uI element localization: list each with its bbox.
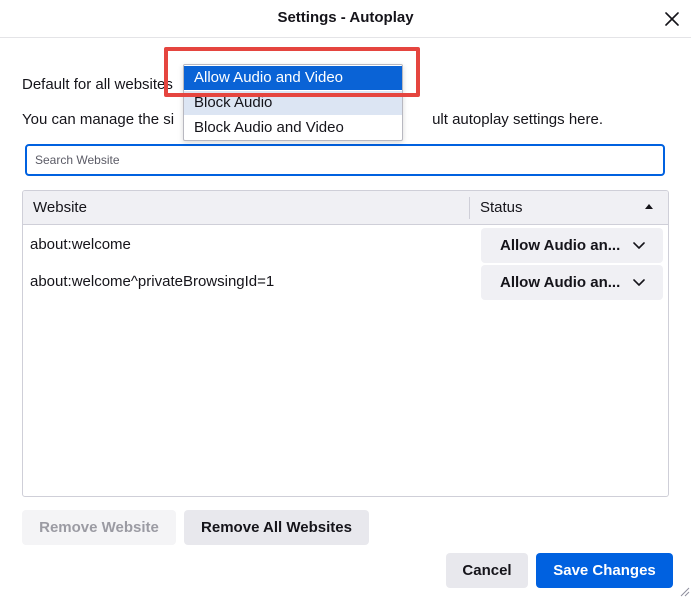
row-website: about:welcome [30,236,131,253]
chevron-down-icon [633,279,645,286]
cancel-button[interactable]: Cancel [446,553,528,588]
table-row[interactable]: about:welcome^privateBrowsingId=1 Allow … [23,264,668,301]
option-allow-audio-video[interactable]: Allow Audio and Video [184,66,402,90]
column-header-website[interactable]: Website [33,199,87,216]
column-divider [469,197,470,219]
dialog-title: Settings - Autoplay [277,9,414,26]
close-icon [665,12,679,26]
save-changes-button[interactable]: Save Changes [536,553,673,588]
remove-website-button[interactable]: Remove Website [22,510,176,545]
status-value: Allow Audio an... [500,237,621,254]
chevron-down-icon [633,242,645,249]
option-block-audio[interactable]: Block Audio [184,91,402,115]
column-header-status[interactable]: Status [480,199,523,216]
option-block-audio-video[interactable]: Block Audio and Video [184,116,402,140]
sort-ascending-icon[interactable] [644,203,654,211]
description-left: You can manage the si [22,111,175,128]
table-row[interactable]: about:welcome Allow Audio an... [23,227,668,264]
default-setting-label: Default for all websites [22,76,173,93]
sites-table: Website Status about:welcome Allow Audio… [22,190,669,497]
remove-all-websites-button[interactable]: Remove All Websites [184,510,369,545]
description-right: ult autoplay settings here. [432,111,604,128]
status-value: Allow Audio an... [500,274,621,291]
default-setting-dropdown-menu[interactable]: Allow Audio and Video Block Audio Block … [183,64,403,141]
search-input[interactable] [25,144,665,176]
close-button[interactable] [660,8,684,30]
resize-grip-icon[interactable] [678,585,690,597]
row-website: about:welcome^privateBrowsingId=1 [30,273,275,290]
dialog-titlebar: Settings - Autoplay [0,0,691,38]
status-dropdown[interactable]: Allow Audio an... [481,228,663,263]
status-dropdown[interactable]: Allow Audio an... [481,265,663,300]
table-header: Website Status [23,191,668,225]
